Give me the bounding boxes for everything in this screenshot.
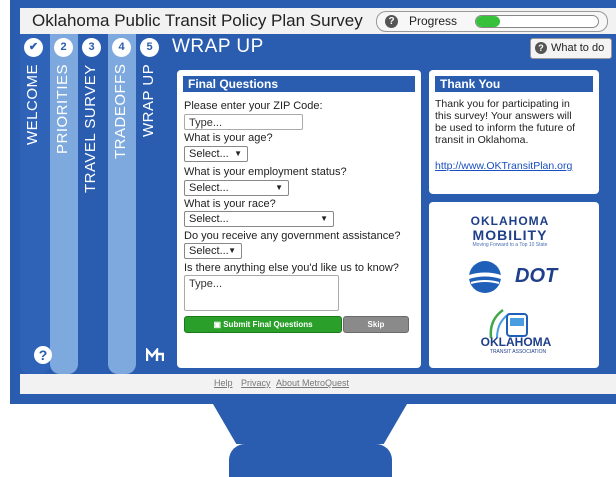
plan-website-link[interactable]: http://www.OKTransitPlan.org	[435, 160, 572, 172]
final-questions-card: Final Questions Please enter your ZIP Co…	[177, 70, 421, 368]
zip-input[interactable]: Type...	[184, 114, 303, 130]
card-header: Final Questions	[183, 76, 415, 92]
assistance-label: Do you receive any government assistance…	[184, 230, 401, 242]
title-bar: Oklahoma Public Transit Policy Plan Surv…	[20, 8, 616, 34]
tab-number: 4	[112, 38, 131, 57]
race-select[interactable]: Select... ▼	[184, 211, 334, 227]
age-select-value: Select...	[189, 148, 229, 160]
what-to-do-label: What to do	[551, 42, 605, 54]
tab-travel-survey[interactable]: 3 TRAVEL SURVEY	[78, 34, 108, 374]
employment-label: What is your employment status?	[184, 166, 347, 178]
skip-button[interactable]: Skip	[343, 316, 409, 333]
card-header: Thank You	[435, 76, 593, 92]
race-label: What is your race?	[184, 198, 276, 210]
oklahoma-mobility-logo: OKLAHOMA MOBILITY Moving Forward to a To…	[429, 214, 591, 248]
tab-label: TRADEOFFS	[112, 64, 129, 160]
tab-label: WRAP UP	[140, 64, 157, 138]
tab-tradeoffs[interactable]: 4 TRADEOFFS	[108, 34, 136, 374]
help-icon[interactable]: ?	[385, 15, 398, 28]
comments-label: Is there anything else you'd like us to …	[184, 262, 399, 274]
tab-number: 2	[54, 38, 73, 57]
thank-you-text: Thank you for participating in this surv…	[435, 98, 576, 146]
thank-you-card: Thank You Thank you for participating in…	[429, 70, 599, 194]
about-metroquest-link[interactable]: About MetroQuest	[276, 378, 349, 388]
tab-label: PRIORITIES	[54, 64, 71, 155]
assistance-select-value: Select...	[189, 245, 229, 257]
submit-label: Submit Final Questions	[223, 320, 313, 329]
progress-bar-fill	[476, 16, 501, 27]
caret-down-icon: ▼	[234, 149, 242, 158]
help-link[interactable]: Help	[214, 378, 233, 388]
monitor-stand-neck	[213, 404, 407, 444]
mobility-line2: MOBILITY	[472, 227, 548, 243]
footer: Help Privacy About MetroQuest	[20, 374, 616, 394]
comments-textarea[interactable]: Type...	[184, 275, 339, 311]
race-select-value: Select...	[189, 213, 229, 225]
age-select[interactable]: Select... ▼	[184, 146, 248, 162]
caret-down-icon: ▼	[275, 183, 283, 192]
submit-final-questions-button[interactable]: ▣ Submit Final Questions	[184, 316, 342, 333]
tab-priorities[interactable]: 2 PRIORITIES	[50, 34, 78, 374]
odot-logo: DOT	[429, 260, 591, 294]
tab-welcome[interactable]: ✔ WELCOME	[20, 34, 50, 374]
tab-number: 3	[82, 38, 101, 57]
age-label: What is your age?	[184, 132, 273, 144]
partner-logos-card: OKLAHOMA MOBILITY Moving Forward to a To…	[429, 202, 599, 368]
ota-name: OKLAHOMA	[480, 335, 552, 349]
app-title: Oklahoma Public Transit Policy Plan Surv…	[32, 11, 363, 30]
tab-label: TRAVEL SURVEY	[82, 64, 99, 193]
save-icon: ▣	[213, 320, 224, 329]
tab-number: 5	[140, 38, 159, 57]
help-icon: ?	[535, 42, 547, 54]
help-icon[interactable]: ?	[34, 346, 52, 364]
zip-label: Please enter your ZIP Code:	[184, 100, 323, 112]
progress-label: Progress	[409, 14, 458, 28]
caret-down-icon: ▼	[228, 246, 236, 255]
odot-text: DOT	[515, 265, 558, 287]
mobility-line1: OKLAHOMA	[470, 214, 550, 228]
progress-bar	[475, 15, 599, 28]
oklahoma-transit-association-logo: OKLAHOMA TRANSIT ASSOCIATION	[429, 306, 591, 355]
caret-down-icon: ▼	[320, 214, 328, 223]
what-to-do-button[interactable]: ? What to do	[530, 38, 612, 59]
progress-widget: ? Progress	[376, 11, 608, 32]
employment-select[interactable]: Select... ▼	[184, 180, 289, 196]
tab-wrap-up[interactable]: 5 WRAP UP	[136, 34, 166, 374]
monitor-stand-base	[229, 444, 392, 477]
tab-label: WELCOME	[24, 64, 41, 146]
metroquest-logo-icon	[145, 346, 165, 362]
ota-subtitle: TRANSIT ASSOCIATION	[489, 349, 547, 355]
privacy-link[interactable]: Privacy	[241, 378, 271, 388]
employment-select-value: Select...	[189, 182, 229, 194]
section-title: WRAP UP	[172, 36, 264, 57]
survey-main: ✔ WELCOME 2 PRIORITIES 3 TRAVEL SURVEY 4…	[20, 34, 616, 374]
assistance-select[interactable]: Select... ▼	[184, 243, 242, 259]
app-screen: Oklahoma Public Transit Policy Plan Surv…	[20, 8, 616, 394]
check-icon: ✔	[24, 38, 43, 57]
mobility-tagline: Moving Forward to a Top 10 State	[472, 242, 548, 248]
